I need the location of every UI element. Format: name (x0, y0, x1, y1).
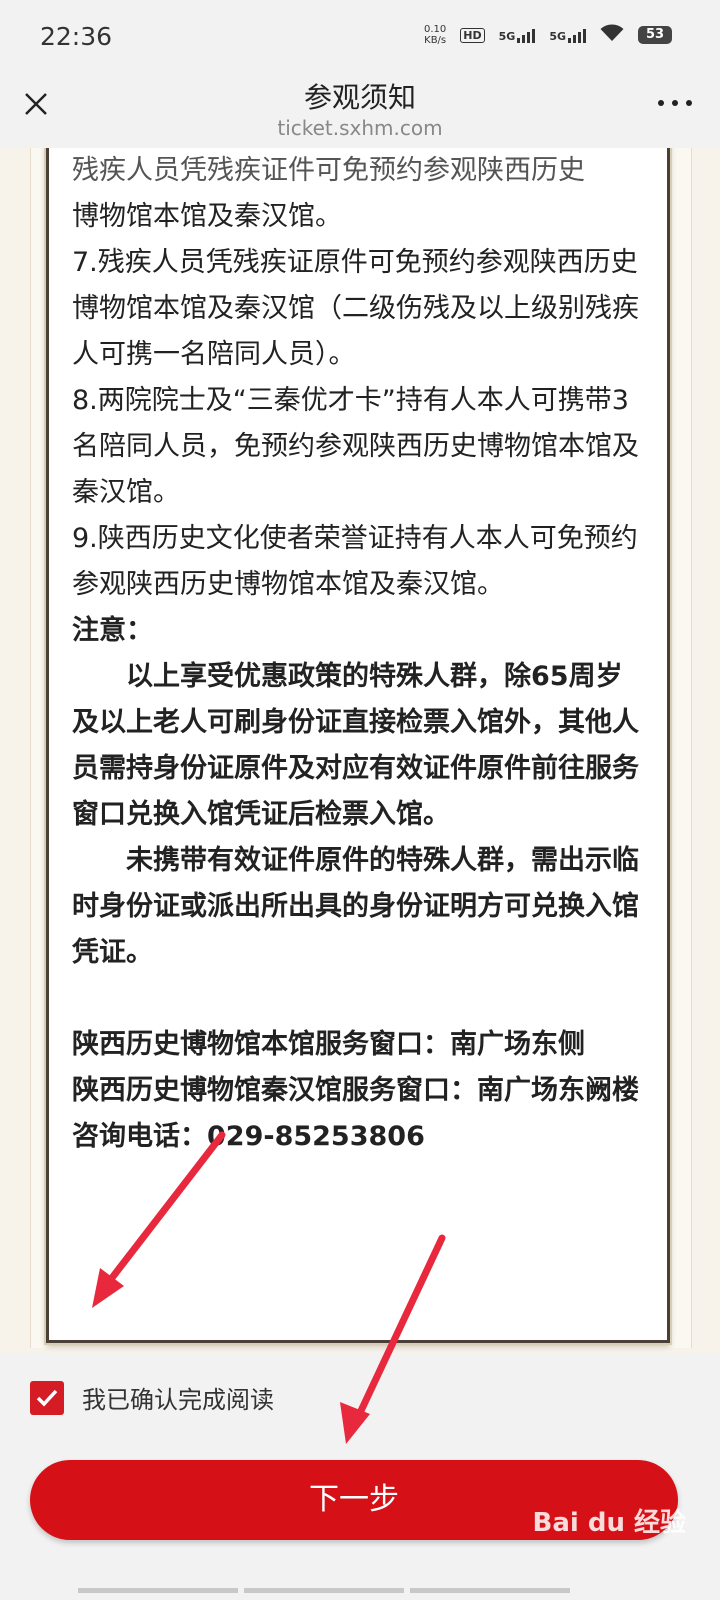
status-icons: 0.10 KB/s HD 5G 5G 53 (424, 24, 672, 46)
home-indicator (78, 1588, 570, 1593)
note-paragraph-1: 以上享受优惠政策的特殊人群，除65周岁及以上老人可刷身份证直接检票入馆外，其他人… (72, 661, 639, 830)
contact-phone: 咨询电话：029-85253806 (72, 1121, 425, 1152)
clipped-text-line: 残疾人员凭残疾证件可免预约参观陕西历史 (72, 155, 585, 186)
battery-icon: 53 (638, 26, 672, 44)
status-time: 22:36 (40, 22, 113, 51)
note-paragraph-2: 未携带有效证件原件的特殊人群，需出示临时身份证或派出所出具的身份证明方可兑换入馆… (72, 845, 639, 968)
baidu-watermark: Bai du 经验 (532, 1508, 687, 1538)
more-icon[interactable] (658, 100, 692, 106)
arrow-to-next-button-head (340, 1402, 370, 1444)
status-bar: 22:36 0.10 KB/s HD 5G 5G 53 (0, 0, 720, 70)
item-9: 9.陕西历史文化使者荣誉证持有人本人可免预约参观陕西历史博物馆本馆及秦汉馆。 (72, 523, 638, 600)
item-8: 8.两院院士及“三秦优才卡”持有人本人可携带3名陪同人员，免预约参观陕西历史博物… (72, 385, 639, 508)
service-window-main: 陕西历史博物馆本馆服务窗口：南广场东侧 (72, 1029, 585, 1060)
page-title: 参观须知 (303, 81, 416, 114)
nav-bar: 参观须知 ticket.sxhm.com (0, 70, 720, 148)
hd-badge: HD (460, 27, 485, 43)
note-heading: 注意： (72, 615, 153, 646)
net-speed: 0.10 KB/s (424, 24, 447, 46)
item-7: 7.残疾人员凭残疾证原件可免预约参观陕西历史博物馆本馆及秦汉馆（二级伤残及以上级… (72, 247, 639, 370)
page-url: ticket.sxhm.com (277, 116, 443, 140)
confirm-label[interactable]: 我已确认完成阅读 (82, 1380, 274, 1415)
confirm-checkbox[interactable] (30, 1380, 64, 1415)
signal-1-icon: 5G (499, 27, 536, 43)
notice-content: 残疾人员凭残疾证件可免预约参观陕西历史 博物馆本馆及秦汉馆。 7.残疾人员凭残疾… (72, 148, 642, 1160)
checkmark-icon (36, 1389, 58, 1407)
next-step-label: 下一步 (309, 1482, 399, 1517)
confirm-read-row[interactable]: 我已确认完成阅读 (30, 1380, 274, 1415)
notice-scroll-area[interactable]: 残疾人员凭残疾证件可免预约参观陕西历史 博物馆本馆及秦汉馆。 7.残疾人员凭残疾… (0, 148, 720, 1353)
wifi-icon (600, 24, 624, 46)
item-6-end: 博物馆本馆及秦汉馆。 (72, 201, 342, 232)
signal-2-icon: 5G (549, 27, 586, 43)
service-window-qinhan: 陕西历史博物馆秦汉馆服务窗口：南广场东阙楼 (72, 1075, 639, 1106)
